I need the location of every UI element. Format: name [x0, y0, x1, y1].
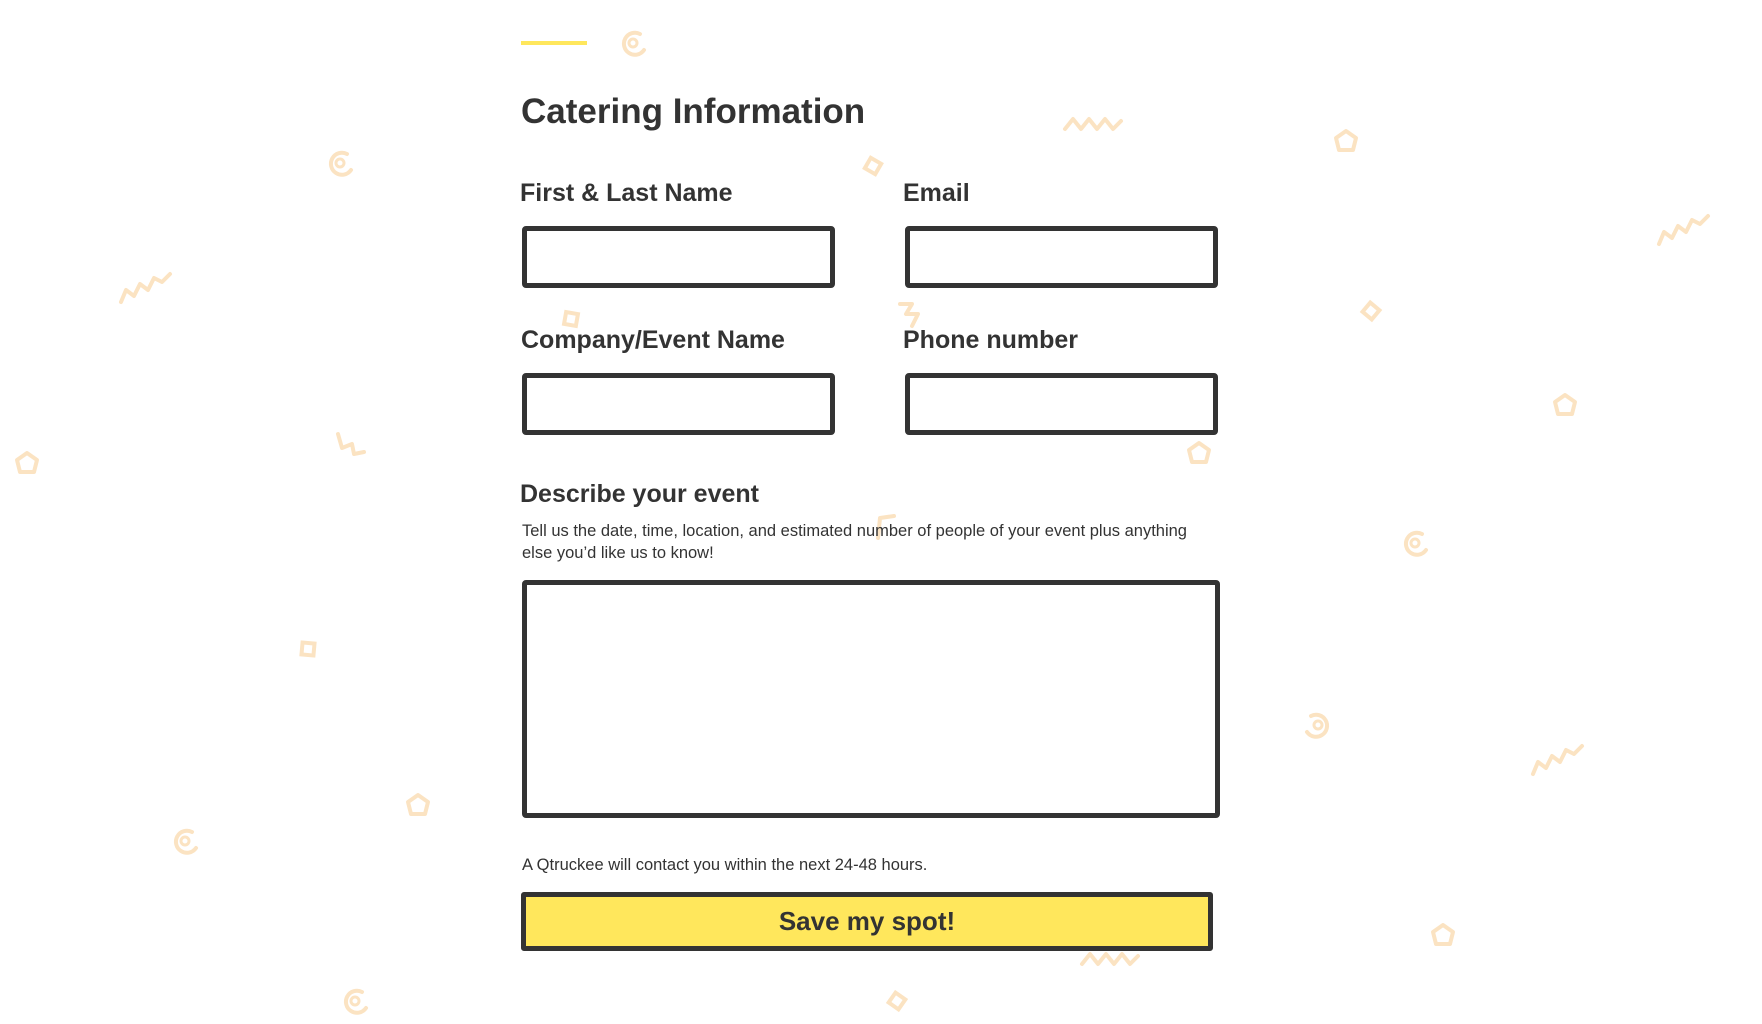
- zigzag-icon: [1080, 948, 1142, 968]
- pentagon-icon: [1552, 392, 1578, 418]
- name-input[interactable]: [522, 226, 835, 288]
- zigzag-icon: [1063, 113, 1125, 133]
- contact-note: A Qtruckee will contact you within the n…: [522, 856, 928, 874]
- spiral-icon: [1303, 710, 1333, 742]
- email-input[interactable]: [905, 226, 1218, 288]
- pentagon-icon: [1333, 128, 1359, 154]
- spiral-icon: [170, 826, 200, 858]
- zigzag-icon: [334, 430, 368, 464]
- spiral-icon: [1400, 528, 1430, 560]
- company-input[interactable]: [522, 373, 835, 435]
- spiral-icon: [340, 986, 370, 1018]
- save-my-spot-button[interactable]: Save my spot!: [521, 892, 1213, 951]
- pentagon-icon: [885, 989, 909, 1013]
- zigzag-icon: [1656, 208, 1712, 248]
- phone-input[interactable]: [905, 373, 1218, 435]
- company-label: Company/Event Name: [521, 326, 785, 354]
- event-helper-text: Tell us the date, time, location, and es…: [522, 522, 1187, 562]
- accent-line: [521, 41, 587, 45]
- pentagon-icon: [405, 792, 431, 818]
- spiral-icon: [618, 28, 648, 60]
- form-title: Catering Information: [521, 92, 866, 131]
- name-label: First & Last Name: [520, 179, 733, 207]
- event-label: Describe your event: [520, 480, 759, 508]
- pentagon-icon: [1186, 440, 1212, 466]
- phone-label: Phone number: [903, 326, 1079, 354]
- event-description-textarea[interactable]: [522, 580, 1220, 818]
- spiral-icon: [325, 148, 355, 180]
- pentagon-icon: [14, 450, 40, 476]
- zigzag-icon: [118, 266, 174, 306]
- pentagon-icon: [1359, 299, 1383, 323]
- pentagon-icon: [1430, 922, 1456, 948]
- pentagon-icon: [862, 155, 884, 177]
- zigzag-icon: [1530, 738, 1586, 778]
- pentagon-icon: [297, 638, 319, 660]
- email-label: Email: [903, 179, 970, 207]
